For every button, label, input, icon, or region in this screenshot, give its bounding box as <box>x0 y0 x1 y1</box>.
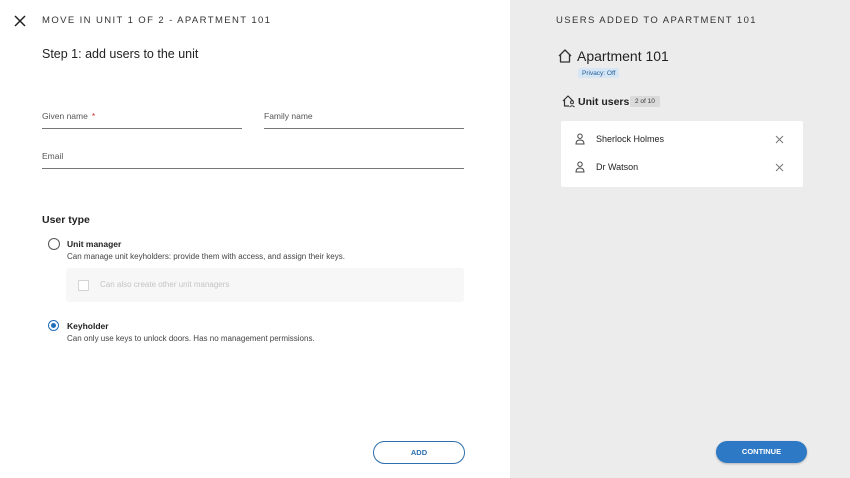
close-icon[interactable] <box>12 13 28 29</box>
unit-users-list: Sherlock Holmes Dr Watson <box>561 121 803 187</box>
create-managers-checkbox[interactable] <box>78 280 89 291</box>
remove-user-icon[interactable] <box>775 163 784 172</box>
home-icon <box>558 49 572 63</box>
create-managers-option: Can also create other unit managers <box>66 268 464 302</box>
unit-manager-description: Can manage unit keyholders: provide them… <box>67 252 345 261</box>
user-type-title: User type <box>42 214 90 226</box>
email-input[interactable] <box>42 156 464 167</box>
radio-selected-dot <box>51 323 56 328</box>
list-item: Dr Watson <box>561 154 803 182</box>
list-item: Sherlock Holmes <box>561 126 803 154</box>
person-icon <box>575 161 585 173</box>
family-name-input[interactable] <box>264 116 464 127</box>
keyholder-radio[interactable] <box>48 320 59 331</box>
privacy-badge: Privacy: Off <box>578 68 620 78</box>
unit-users-count-badge: 2 of 10 <box>630 96 660 107</box>
dialog-title: MOVE IN UNIT 1 OF 2 - APARTMENT 101 <box>42 15 272 26</box>
email-field[interactable]: Email <box>42 144 464 169</box>
family-name-field[interactable]: Family name <box>264 104 464 129</box>
unit-manager-label[interactable]: Unit manager <box>67 239 121 249</box>
step-title: Step 1: add users to the unit <box>42 47 199 61</box>
remove-user-icon[interactable] <box>775 135 784 144</box>
user-name: Sherlock Holmes <box>596 134 665 144</box>
unit-users-title: Unit users <box>578 96 630 108</box>
user-name: Dr Watson <box>596 162 639 172</box>
keyholder-label[interactable]: Keyholder <box>67 321 109 331</box>
unit-users-icon <box>562 95 575 108</box>
users-added-title: USERS ADDED TO APARTMENT 101 <box>556 15 757 26</box>
person-icon <box>575 133 585 145</box>
given-name-input[interactable] <box>42 116 242 127</box>
users-added-panel: USERS ADDED TO APARTMENT 101 Apartment 1… <box>510 0 850 478</box>
create-managers-label: Can also create other unit managers <box>100 280 230 289</box>
continue-button[interactable]: CONTINUE <box>716 441 807 463</box>
keyholder-description: Can only use keys to unlock doors. Has n… <box>67 334 315 343</box>
given-name-field[interactable]: Given name * <box>42 104 242 129</box>
unit-manager-radio[interactable] <box>48 238 60 250</box>
add-button[interactable]: ADD <box>373 441 465 464</box>
move-in-form-panel: MOVE IN UNIT 1 OF 2 - APARTMENT 101 Step… <box>0 0 510 478</box>
apartment-title: Apartment 101 <box>577 48 669 64</box>
